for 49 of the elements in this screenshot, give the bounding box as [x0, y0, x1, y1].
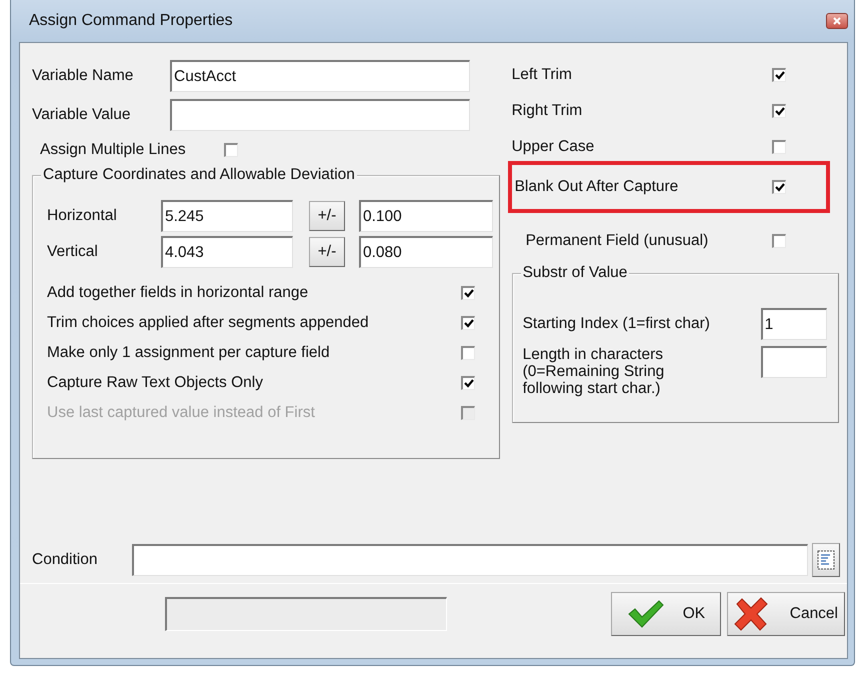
editor-button[interactable] [812, 543, 840, 577]
coordinate-field[interactable]: 5.245 [161, 200, 293, 232]
cancel-button[interactable]: Cancel [727, 592, 845, 636]
option-label: Assign Multiple Lines [40, 141, 187, 159]
option-label: Capture Raw Text Objects Only [47, 374, 263, 392]
checkbox[interactable] [772, 104, 786, 118]
field-label: Vertical [47, 243, 99, 261]
field-label: Variable Name [32, 67, 134, 85]
window-title: Assign Command Properties [29, 12, 233, 30]
option-label: Blank Out After Capture [514, 178, 678, 196]
option-label: Use last captured value instead of First [47, 404, 315, 422]
option-label: Left Trim [512, 66, 572, 84]
field-label: Length in characters (0=Remaining String following start char.) [522, 346, 666, 397]
checkbox[interactable] [461, 346, 475, 360]
index-field[interactable]: 1 [760, 308, 827, 340]
close-icon [832, 16, 842, 26]
checkbox[interactable] [772, 68, 786, 82]
checkbox[interactable] [224, 143, 238, 157]
checkbox[interactable] [772, 180, 786, 194]
field-label: Horizontal [47, 207, 118, 225]
x-icon [734, 596, 768, 630]
option-label: Trim choices applied after segments appended [47, 314, 369, 332]
field-label: Starting Index (1=first char) [522, 315, 711, 333]
text-field[interactable] [170, 99, 470, 131]
option-label: Make only 1 assignment per capture field [47, 344, 330, 362]
field-label: Variable Value [32, 106, 132, 124]
checkbox[interactable] [461, 316, 475, 330]
checkbox[interactable] [772, 234, 786, 248]
checkmark-icon [626, 598, 665, 628]
option-label: Upper Case [512, 138, 594, 156]
plus-minus-button[interactable]: +/- [309, 237, 345, 267]
plus-minus-button[interactable]: +/- [309, 201, 345, 231]
text-field[interactable]: CustAcct [170, 60, 470, 92]
length-field[interactable] [760, 346, 827, 378]
checkbox[interactable] [772, 140, 786, 154]
option-label: Permanent Field (unusual) [526, 232, 708, 250]
checkbox[interactable] [461, 376, 475, 390]
option-label: Add together fields in horizontal range [47, 284, 308, 302]
coordinate-field[interactable]: 4.043 [161, 236, 293, 268]
field-label: Condition [32, 551, 98, 569]
document-icon [817, 550, 835, 570]
deviation-field[interactable]: 0.100 [359, 200, 493, 232]
close-button[interactable] [826, 13, 848, 29]
checkbox[interactable] [461, 286, 475, 300]
option-label: Right Trim [512, 102, 582, 120]
ok-button[interactable]: OK [611, 592, 721, 636]
group-title: Capture Coordinates and Allowable Deviation [41, 166, 357, 184]
condition-field[interactable] [132, 544, 808, 576]
deviation-field[interactable]: 0.080 [359, 236, 493, 268]
